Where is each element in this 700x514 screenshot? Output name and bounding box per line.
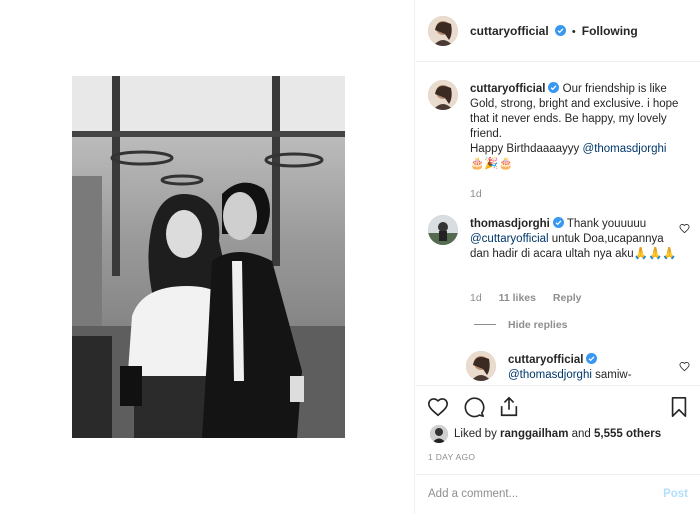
caption-comment: cuttaryofficial Our friendship is like G… bbox=[428, 80, 690, 210]
caption-username[interactable]: cuttaryofficial bbox=[470, 83, 545, 95]
post-header: cuttaryofficial • Following bbox=[416, 0, 700, 62]
follow-button[interactable]: Following bbox=[582, 24, 638, 38]
separator-dot: • bbox=[571, 26, 576, 38]
reply-body: cuttaryofficial @thomasdjorghi samiw- bbox=[508, 353, 668, 383]
reply-mention[interactable]: @thomasdjorghi bbox=[508, 369, 592, 381]
liked-by: Liked by ranggailham and 5,555 others bbox=[428, 425, 700, 445]
details-pane: cuttaryofficial • Following cuttaryoffic… bbox=[416, 0, 700, 514]
media-pane bbox=[0, 0, 415, 514]
verified-badge-icon bbox=[554, 25, 566, 36]
heart-icon[interactable] bbox=[427, 396, 449, 418]
comment-time[interactable]: 1d bbox=[470, 292, 482, 304]
post-timestamp[interactable]: 1 DAY AGO bbox=[428, 452, 475, 462]
bookmark-icon[interactable] bbox=[668, 396, 690, 418]
post-button[interactable]: Post bbox=[663, 488, 688, 500]
liked-by-and: and bbox=[571, 428, 591, 440]
action-bar bbox=[416, 385, 700, 425]
hide-replies-line bbox=[474, 324, 496, 325]
avatar[interactable] bbox=[428, 16, 458, 46]
comment-meta: 1d 11 likes Reply bbox=[470, 292, 596, 304]
comment-input[interactable]: Add a comment... bbox=[428, 488, 518, 500]
post-author-username[interactable]: cuttaryofficial bbox=[470, 24, 549, 38]
avatar[interactable] bbox=[466, 351, 496, 381]
hide-replies-button[interactable]: Hide replies bbox=[474, 319, 568, 331]
post-photo[interactable] bbox=[72, 76, 345, 438]
avatar[interactable] bbox=[428, 80, 458, 110]
verified-badge-icon bbox=[586, 353, 598, 364]
reply-text: samiw- bbox=[595, 369, 632, 381]
liked-by-text: Liked by ranggailham and 5,555 others bbox=[454, 428, 661, 440]
reply-button[interactable]: Reply bbox=[553, 292, 582, 304]
comment-body: thomasdjorghi Thank youuuuu @cuttaryoffi… bbox=[470, 217, 680, 262]
liked-by-user[interactable]: ranggailham bbox=[500, 428, 568, 440]
comment: thomasdjorghi Thank youuuuu @cuttaryoffi… bbox=[428, 215, 690, 315]
avatar[interactable] bbox=[428, 215, 458, 245]
caption-line2: Happy Birthdaaaayyy bbox=[470, 143, 580, 155]
comment-text: Thank youuuuu bbox=[566, 218, 647, 230]
reply-like-heart-icon[interactable] bbox=[679, 361, 690, 372]
verified-badge-icon bbox=[552, 217, 564, 228]
avatar[interactable] bbox=[430, 425, 448, 443]
comment-likes[interactable]: 11 likes bbox=[499, 292, 536, 304]
caption-body: cuttaryofficial Our friendship is like G… bbox=[470, 82, 680, 172]
caption-emoji: 🎂🎉🎂 bbox=[470, 158, 513, 170]
reply-username[interactable]: cuttaryofficial bbox=[508, 354, 583, 366]
comment-icon[interactable] bbox=[463, 396, 485, 418]
comment-mention[interactable]: @cuttaryofficial bbox=[470, 233, 549, 245]
liked-by-prefix: Liked by bbox=[454, 428, 497, 440]
comments-list[interactable]: cuttaryofficial Our friendship is like G… bbox=[416, 63, 700, 385]
hide-replies-label: Hide replies bbox=[508, 319, 568, 331]
add-comment-bar: Add a comment... Post bbox=[416, 474, 700, 514]
comment-username[interactable]: thomasdjorghi bbox=[470, 218, 550, 230]
share-icon[interactable] bbox=[498, 396, 520, 418]
caption-meta: 1d bbox=[470, 188, 496, 200]
caption-time[interactable]: 1d bbox=[470, 188, 482, 200]
comment-emoji: 🙏🙏🙏 bbox=[633, 248, 677, 260]
liked-by-others[interactable]: 5,555 others bbox=[594, 428, 661, 440]
comment-like-heart-icon[interactable] bbox=[679, 223, 690, 234]
caption-mention[interactable]: @thomasdjorghi bbox=[583, 143, 667, 155]
verified-badge-icon bbox=[548, 82, 560, 93]
